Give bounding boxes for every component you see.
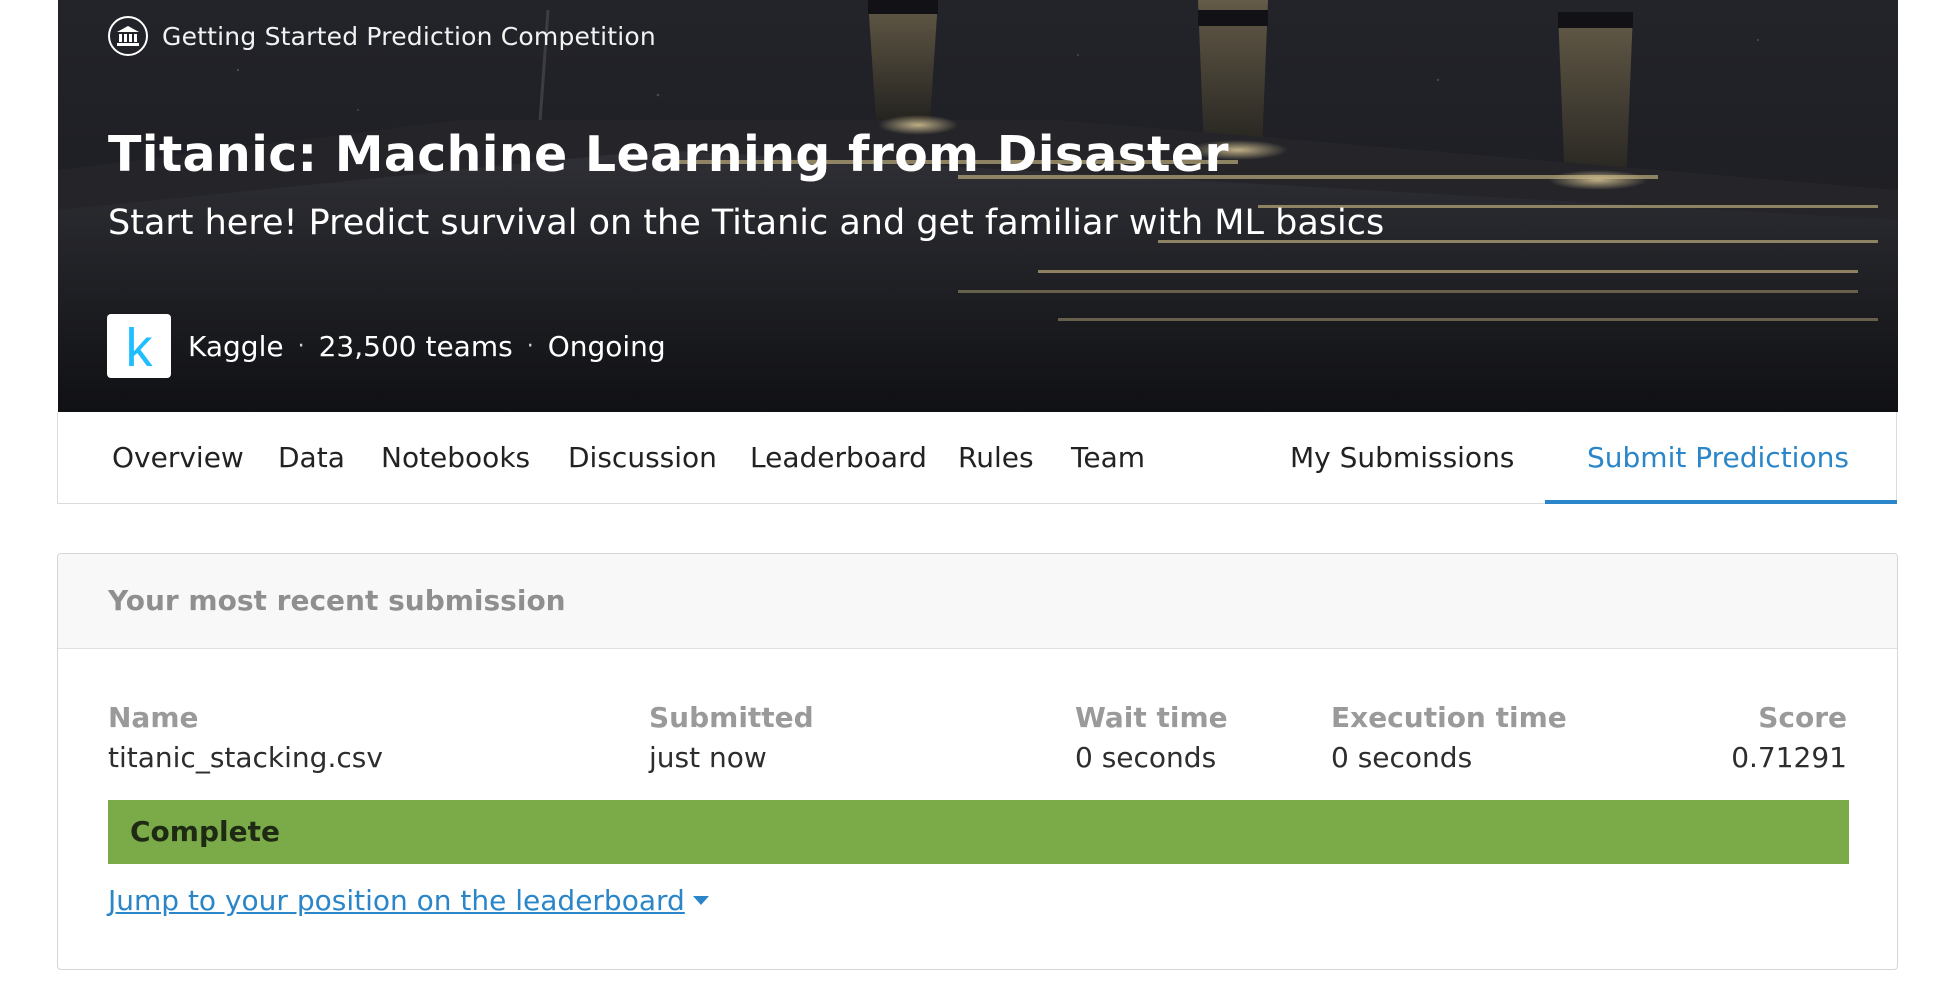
column-label: Submitted <box>649 701 814 734</box>
tab-submit-predictions[interactable]: Submit Predictions <box>1587 412 1849 504</box>
execution-time-column: Execution time 0 seconds <box>1331 700 1567 776</box>
submission-name-column: Name titanic_stacking.csv <box>108 700 383 776</box>
tab-overview[interactable]: Overview <box>112 412 244 504</box>
tab-my-submissions[interactable]: My Submissions <box>1290 412 1514 504</box>
tab-notebooks[interactable]: Notebooks <box>381 412 530 504</box>
competition-title: Titanic: Machine Learning from Disaster <box>108 126 1229 183</box>
wait-time-column: Wait time 0 seconds <box>1075 700 1228 776</box>
meta-separator: · <box>526 333 534 359</box>
column-label: Name <box>108 701 199 734</box>
competition-type: Getting Started Prediction Competition <box>108 16 656 56</box>
jump-to-leaderboard-link[interactable]: Jump to your position on the leaderboard <box>108 884 709 917</box>
tab-data[interactable]: Data <box>278 412 345 504</box>
teams-count: 23,500 teams <box>318 329 513 363</box>
tab-rules[interactable]: Rules <box>958 412 1034 504</box>
bank-building-icon <box>108 16 148 56</box>
active-tab-indicator <box>1545 500 1897 504</box>
competition-meta: k Kaggle · 23,500 teams · Ongoing <box>107 314 666 378</box>
submission-file-name: titanic_stacking.csv <box>108 741 383 774</box>
execution-time-value: 0 seconds <box>1331 741 1473 774</box>
competition-status: Ongoing <box>547 329 666 363</box>
tab-team[interactable]: Team <box>1071 412 1145 504</box>
jump-to-leaderboard-label: Jump to your position on the leaderboard <box>108 884 685 917</box>
card-header: Your most recent submission <box>58 554 1897 649</box>
tab-leaderboard[interactable]: Leaderboard <box>750 412 927 504</box>
meta-separator: · <box>297 333 305 359</box>
column-label: Score <box>1758 701 1847 734</box>
kaggle-logo-letter: k <box>125 318 153 378</box>
tab-discussion[interactable]: Discussion <box>568 412 717 504</box>
caret-down-icon <box>692 896 709 905</box>
competition-header: Getting Started Prediction Competition T… <box>58 0 1898 412</box>
submitted-time: just now <box>649 741 767 774</box>
recent-submission-card: Your most recent submission Name titanic… <box>57 553 1898 970</box>
score-column: Score 0.71291 <box>1731 700 1847 776</box>
column-label: Wait time <box>1075 701 1228 734</box>
host-name[interactable]: Kaggle <box>188 330 284 363</box>
submitted-column: Submitted just now <box>649 700 814 776</box>
score-value: 0.71291 <box>1731 741 1847 774</box>
kaggle-logo[interactable]: k <box>107 314 171 378</box>
page: Getting Started Prediction Competition T… <box>0 0 1940 984</box>
status-complete-bar: Complete <box>108 800 1849 864</box>
competition-type-label: Getting Started Prediction Competition <box>162 21 656 51</box>
competition-tabs: Overview Data Notebooks Discussion Leade… <box>57 412 1897 504</box>
wait-time-value: 0 seconds <box>1075 741 1217 774</box>
competition-subtitle: Start here! Predict survival on the Tita… <box>108 203 1385 243</box>
column-label: Execution time <box>1331 701 1567 734</box>
